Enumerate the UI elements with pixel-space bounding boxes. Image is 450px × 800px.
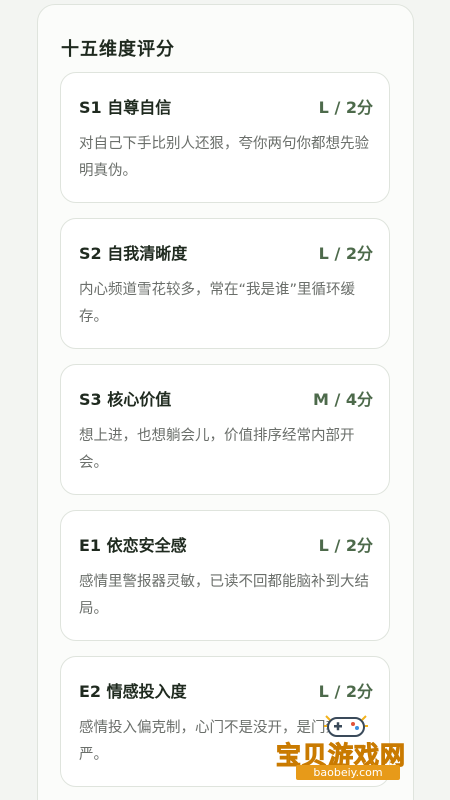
dimension-title: S1 自尊自信 (79, 98, 172, 117)
dimension-score: M / 4分 (312, 390, 373, 409)
dimension-title: S2 自我清晰度 (79, 244, 188, 263)
dimension-title: E1 依恋安全感 (79, 536, 187, 555)
section-title: 十五维度评分 (61, 39, 175, 60)
dimension-description: 对自己下手比别人还狠，夸你两句你都想先验明真伪。 (79, 136, 369, 179)
dimension-score: L / 2分 (318, 536, 373, 555)
dimension-description: 想上进，也想躺会儿，价值排序经常内部开会。 (79, 428, 355, 471)
dimension-description: 内心频道雪花较多，常在“我是谁”里循环缓存。 (79, 282, 356, 325)
dimension-title: S3 核心价值 (79, 390, 172, 409)
dimension-card-e1[interactable]: E1 依恋安全感 L / 2分 感情里警报器灵敏，已读不回都能脑补到大结局。 (60, 510, 390, 641)
watermark-url: baobeiy.com (296, 765, 400, 780)
site-watermark: 宝贝游戏网 baobeiy.com (275, 708, 421, 780)
dimension-score: L / 2分 (318, 682, 373, 701)
dimension-description: 感情里警报器灵敏，已读不回都能脑补到大结局。 (79, 574, 369, 617)
dimension-card-s1[interactable]: S1 自尊自信 L / 2分 对自己下手比别人还狠，夸你两句你都想先验明真伪。 (60, 72, 390, 203)
dimension-score: L / 2分 (318, 244, 373, 263)
dimension-card-s3[interactable]: S3 核心价值 M / 4分 想上进，也想躺会儿，价值排序经常内部开会。 (60, 364, 390, 495)
dimension-card-s2[interactable]: S2 自我清晰度 L / 2分 内心频道雪花较多，常在“我是谁”里循环缓存。 (60, 218, 390, 349)
dimension-title: E2 情感投入度 (79, 682, 187, 701)
score-panel: 十五维度评分 S1 自尊自信 L / 2分 对自己下手比别人还狠，夸你两句你都想… (37, 4, 414, 800)
dimension-score: L / 2分 (318, 98, 373, 117)
